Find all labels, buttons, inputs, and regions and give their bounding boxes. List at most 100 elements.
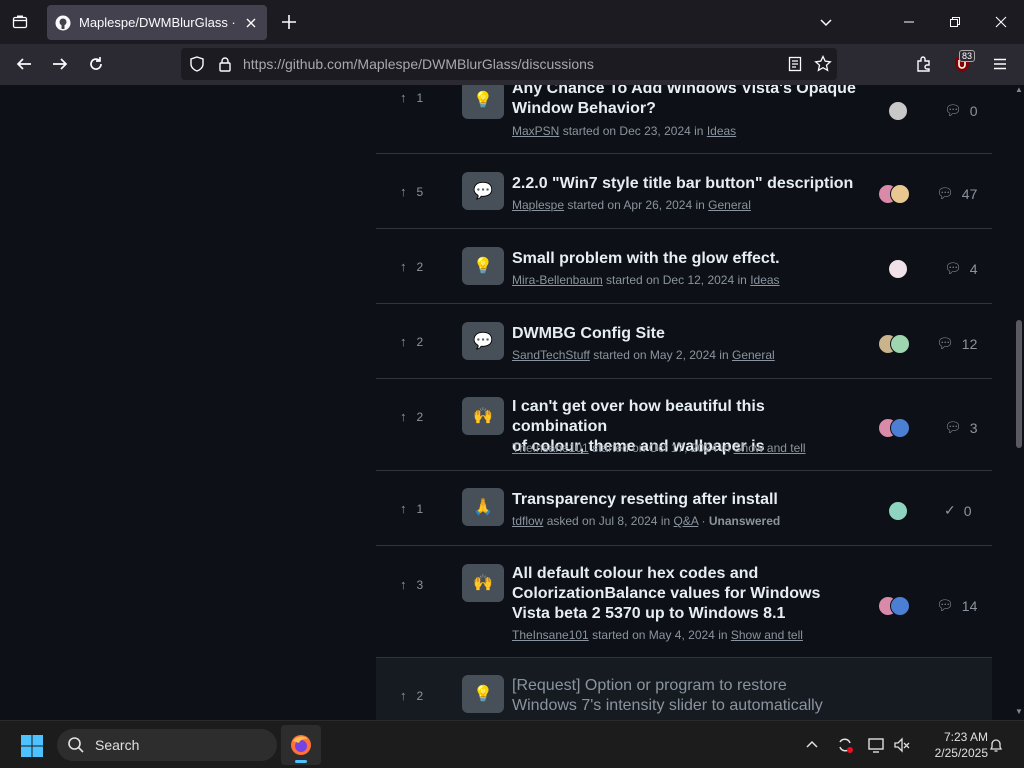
author-link[interactable]: Mira-Bellenbaum (512, 273, 603, 287)
arrow-up-icon: ↑ (400, 90, 407, 105)
comment-count[interactable]: 💬︎ 47 (936, 185, 977, 202)
reload-icon[interactable] (84, 52, 108, 76)
tab-title: Maplespe/DWMBlurGlass · Disc (79, 15, 237, 30)
reader-view-icon[interactable] (787, 56, 803, 72)
answer-status: Unanswered (708, 514, 781, 528)
tab-list-icon[interactable] (8, 10, 32, 34)
discussion-row[interactable]: ↑ 2 💡 [Request] Option or program to rest… (376, 658, 992, 720)
tab-overflow-icon[interactable] (814, 10, 838, 34)
title-line: Small problem with the glow effect. (512, 250, 780, 267)
comment-count[interactable]: ✓ 0 (944, 502, 972, 519)
comment-count[interactable]: 💬︎ 3 (944, 419, 978, 436)
meta-date: Jul 8, 2024 (598, 514, 658, 528)
minimize-icon[interactable] (897, 10, 921, 34)
close-window-icon[interactable] (989, 10, 1013, 34)
comment-count[interactable]: 💬︎ 4 (944, 260, 978, 277)
avatar (888, 501, 908, 521)
upvote-button[interactable]: ↑ 5 (400, 184, 423, 199)
firefox-taskbar-button[interactable] (281, 725, 321, 765)
scroll-up-icon[interactable]: ▲ (1015, 85, 1023, 94)
author-link[interactable]: tdflow (512, 514, 543, 528)
chevron-up-icon[interactable] (802, 735, 822, 755)
category-general-icon: 💬 (462, 172, 504, 210)
author-link[interactable]: TheInsane101 (512, 441, 589, 455)
comment-number: 47 (961, 185, 978, 202)
page-scrollbar[interactable]: ▲ ▼ (1014, 85, 1024, 720)
discussion-row[interactable]: ↑ 2 💬 DWMBG Config Site SandTechStuff sta… (376, 304, 992, 379)
discussion-title[interactable]: Transparency resetting after install (512, 490, 862, 510)
category-link[interactable]: General (708, 198, 751, 212)
author-link[interactable]: Maplespe (512, 198, 564, 212)
discussion-title[interactable]: Any Chance To Add Windows Vista's Opaque… (512, 85, 862, 119)
category-link[interactable]: Ideas (707, 124, 736, 138)
tab-bar: Maplespe/DWMBlurGlass · Disc (0, 0, 1024, 44)
shield-icon[interactable] (189, 56, 205, 72)
meta-date: Dec 12, 2024 (662, 273, 735, 287)
comment-count[interactable]: 💬︎ 14 (936, 597, 977, 614)
close-tab-icon[interactable] (243, 15, 259, 31)
active-tab[interactable]: Maplespe/DWMBlurGlass · Disc (47, 5, 267, 40)
active-indicator (295, 760, 307, 763)
discussion-row[interactable]: ↑ 5 💬 2.2.0 "Win7 style title bar button"… (376, 154, 992, 229)
avatar (888, 259, 908, 279)
display-icon[interactable] (866, 735, 886, 755)
author-link[interactable]: TheInsane101 (512, 628, 589, 642)
title-line: Window Behavior? (512, 100, 656, 117)
notification-bell-icon[interactable] (986, 735, 1006, 755)
discussion-row[interactable]: ↑ 2 💡 Small problem with the glow effect.… (376, 229, 992, 304)
upvote-button[interactable]: ↑ 3 (400, 577, 423, 592)
discussion-row[interactable]: ↑ 3 🙌 All default colour hex codes and Col… (376, 546, 992, 658)
discussion-title[interactable]: [Request] Option or program to restore Wi… (512, 676, 862, 716)
clock-time: 7:23 AM (943, 730, 988, 744)
scroll-down-icon[interactable]: ▼ (1015, 707, 1023, 716)
lock-icon[interactable] (217, 56, 233, 72)
title-line: DWMBG Config Site (512, 325, 665, 342)
taskbar-search[interactable]: Search (57, 729, 277, 761)
clock[interactable]: 7:23 AM 2/25/2025 (918, 729, 988, 761)
comment-count[interactable]: 💬︎ 0 (944, 102, 978, 119)
upvote-button[interactable]: ↑ 2 (400, 334, 423, 349)
author-link[interactable]: SandTechStuff (512, 348, 590, 362)
windows-start-icon[interactable] (20, 734, 44, 758)
title-line: I can't get over how beautiful this comb… (512, 398, 765, 435)
volume-muted-icon[interactable] (892, 735, 912, 755)
category-link[interactable]: Show and tell (731, 628, 803, 642)
extensions-icon[interactable] (912, 52, 936, 76)
url-bar[interactable]: https://github.com/Maplespe/DWMBlurGlass… (181, 48, 837, 80)
title-line: [Request] Option or program to restore (512, 677, 787, 694)
discussion-row[interactable]: ↑ 1 🙏 Transparency resetting after instal… (376, 471, 992, 546)
title-line: 2.2.0 "Win7 style title bar button" desc… (512, 175, 854, 192)
discussion-row[interactable]: ↑ 2 🙌 I can't get over how beautiful this… (376, 379, 992, 471)
arrow-up-icon: ↑ (400, 259, 407, 274)
forward-icon[interactable] (48, 52, 72, 76)
url-host: https://github.com (243, 56, 354, 72)
category-link[interactable]: Q&A (674, 514, 699, 528)
category-link[interactable]: Ideas (750, 273, 779, 287)
upvote-button[interactable]: ↑ 2 (400, 688, 423, 703)
bookmark-star-icon[interactable] (814, 55, 832, 73)
discussion-title[interactable]: 2.2.0 "Win7 style title bar button" desc… (512, 174, 872, 194)
sync-icon[interactable] (835, 735, 855, 755)
category-link[interactable]: Show and tell (734, 441, 806, 455)
upvote-button[interactable]: ↑ 1 (400, 501, 423, 516)
upvote-button[interactable]: ↑ 1 (400, 90, 423, 105)
category-link[interactable]: General (732, 348, 775, 362)
discussion-title[interactable]: DWMBG Config Site (512, 324, 862, 344)
comment-count[interactable]: 💬︎ 12 (936, 335, 977, 352)
new-tab-icon[interactable] (278, 11, 300, 33)
back-icon[interactable] (12, 52, 36, 76)
menu-icon[interactable] (988, 52, 1012, 76)
restore-icon[interactable] (943, 10, 967, 34)
url-path: /Maplespe/DWMBlurGlass/discussions (353, 56, 594, 72)
author-link[interactable]: MaxPSN (512, 124, 559, 138)
upvote-button[interactable]: ↑ 2 (400, 409, 423, 424)
scrollbar-thumb[interactable] (1016, 320, 1022, 448)
discussion-row[interactable]: ↑ 1 💡 Any Chance To Add Windows Vista's O… (376, 85, 992, 154)
upvote-button[interactable]: ↑ 2 (400, 259, 423, 274)
discussion-title[interactable]: All default colour hex codes and Coloriza… (512, 564, 862, 624)
discussion-title[interactable]: Small problem with the glow effect. (512, 249, 862, 269)
url-text[interactable]: https://github.com/Maplespe/DWMBlurGlass… (243, 56, 594, 72)
firefox-icon (291, 735, 311, 755)
participant-avatars (888, 259, 908, 279)
title-line: All default colour hex codes and (512, 565, 759, 582)
